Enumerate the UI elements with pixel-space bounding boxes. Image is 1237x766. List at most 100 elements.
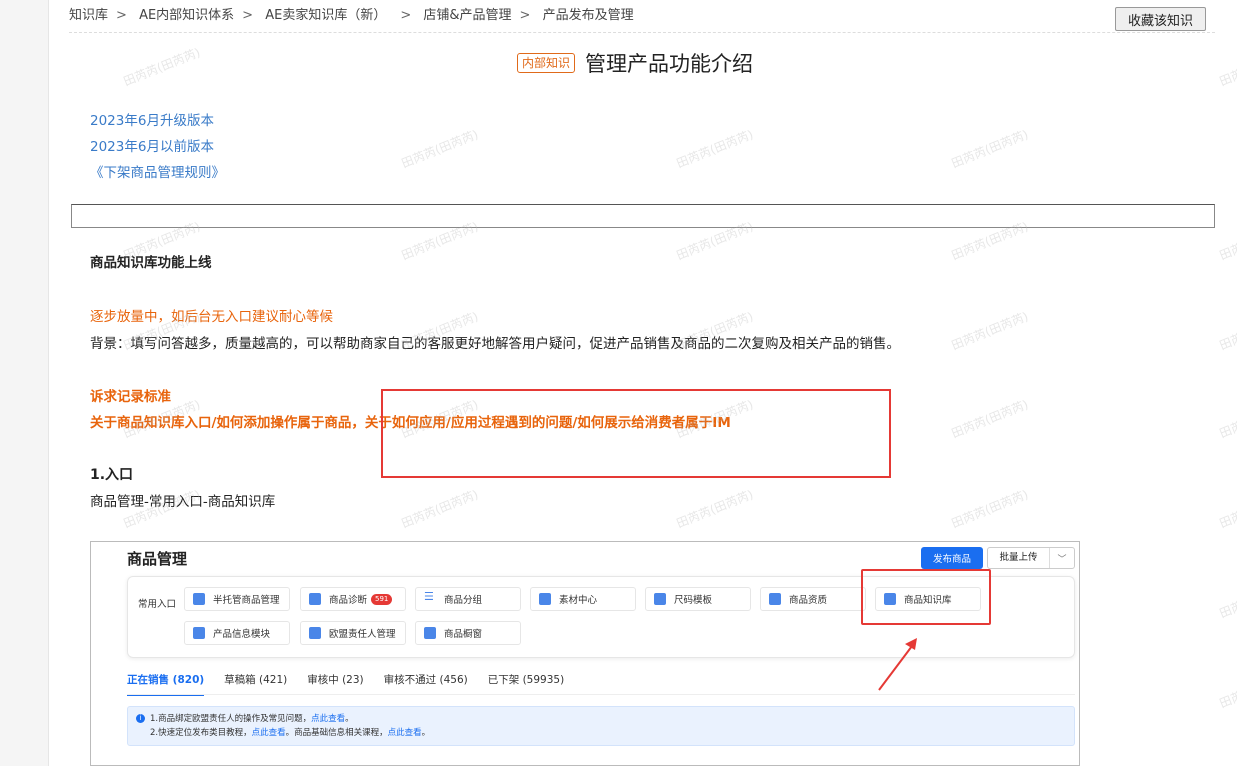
quick-item-diagnosis: 商品诊断 591 <box>300 587 406 611</box>
quick-entry-label: 常用入口 <box>138 599 177 610</box>
background-text: 背景：填写问答越多，质量越高的，可以帮助商家自己的客服更好地解答用户疑问，促进产… <box>90 336 900 352</box>
favorite-button[interactable]: 收藏该知识 <box>1115 7 1206 31</box>
info-icon: i <box>136 714 145 723</box>
quick-item-material-center: 素材中心 <box>530 587 636 611</box>
watermark: 田芮芮(田芮芮) <box>1217 45 1237 89</box>
watermark: 田芮芮(田芮芮) <box>1217 397 1237 441</box>
link-june-2023-version[interactable]: 2023年6月升级版本 <box>90 108 225 134</box>
user-icon <box>309 627 321 639</box>
embedded-screenshot: 商品管理 发布商品 批量上传 ﹀ 常用入口 半托管商品管理 商品诊断591 商品… <box>90 541 1080 766</box>
quick-item-size-template: 尺码模板 <box>645 587 751 611</box>
watermark: 田芮芮(田芮芮) <box>399 487 481 531</box>
notice-text: 1.商品绑定欧盟责任人的操作及常见问题， <box>150 714 312 724</box>
certificate-icon <box>769 593 781 605</box>
rollout-note: 逐步放量中，如后台无入口建议耐心等候 <box>90 309 333 325</box>
breadcrumb-item[interactable]: AE卖家知识库（新） <box>265 8 386 23</box>
watermark: 田芮芮(田芮芮) <box>1217 309 1237 353</box>
tab-drafts: 草稿箱 (421) <box>224 674 288 686</box>
watermark: 田芮芮(田芮芮) <box>949 127 1031 171</box>
notice-link: 点此查看 <box>251 728 286 738</box>
quick-item-qualification: 商品资质 <box>760 587 866 611</box>
knowledge-base-highlight <box>861 569 991 625</box>
entry-heading: 1.入口 <box>90 467 134 483</box>
showcase-icon <box>424 627 436 639</box>
breadcrumb-separator: > <box>242 8 254 23</box>
quick-item-label: 商品橱窗 <box>444 629 483 640</box>
product-management-title: 商品管理 <box>127 550 188 568</box>
notice-box: i 1.商品绑定欧盟责任人的操作及常见问题，点此查看。 2.快速定位发布类目教程… <box>127 706 1075 746</box>
header-divider <box>69 32 1215 33</box>
breadcrumb: 知识库 > AE内部知识体系 > AE卖家知识库（新） > 店铺&产品管理 > 产品发布… <box>69 4 634 23</box>
quick-item-label: 产品信息模块 <box>213 629 271 640</box>
link-pre-june-2023-version[interactable]: 2023年6月以前版本 <box>90 134 225 160</box>
diagnosis-count-badge: 591 <box>371 593 393 605</box>
semi-managed-icon <box>193 593 205 605</box>
breadcrumb-item[interactable]: 知识库 <box>69 8 108 23</box>
notice-text: 。 <box>421 728 431 738</box>
list-icon <box>424 590 436 605</box>
notice-line-2: 2.快速定位发布类目教程，点此查看。商品基础信息相关课程，点此查看。 <box>150 726 1074 740</box>
watermark: 田芮芮(田芮芮) <box>1217 667 1237 711</box>
watermark: 田芮芮(田芮芮) <box>949 397 1031 441</box>
publish-product-button: 发布商品 <box>921 547 983 569</box>
empty-table-box <box>71 204 1215 228</box>
notice-text: 。 <box>345 714 354 724</box>
notice-text: 。商品基础信息相关课程， <box>285 728 388 738</box>
tab-divider <box>127 694 1075 695</box>
watermark: 田芮芮(田芮芮) <box>949 487 1031 531</box>
document-icon <box>193 627 205 639</box>
quick-item-label: 商品诊断 <box>329 595 368 606</box>
watermark: 田芮芮(田芮芮) <box>1217 219 1237 263</box>
watermark: 田芮芮(田芮芮) <box>674 127 756 171</box>
internal-tag: 内部知识 <box>517 53 576 73</box>
article-page: 知识库 > AE内部知识体系 > AE卖家知识库（新） > 店铺&产品管理 > 产品发布… <box>48 0 1237 766</box>
tab-reviewing: 审核中 (23) <box>307 674 364 686</box>
listing-tabs: 正在销售 (820) 草稿箱 (421) 审核中 (23) 审核不通过 (456… <box>127 672 584 696</box>
tab-rejected: 审核不通过 (456) <box>383 674 468 686</box>
quick-item-label: 半托管商品管理 <box>213 595 280 606</box>
image-icon <box>539 593 551 605</box>
breadcrumb-item[interactable]: 店铺&产品管理 <box>423 8 511 23</box>
quick-item-label: 商品分组 <box>444 595 483 606</box>
breadcrumb-separator: > <box>519 8 531 23</box>
highlight-box <box>381 389 891 478</box>
quick-item-label: 素材中心 <box>559 595 598 606</box>
watermark: 田芮芮(田芮芮) <box>674 487 756 531</box>
chevron-down-icon: ﹀ <box>1057 554 1067 565</box>
notice-line-1: 1.商品绑定欧盟责任人的操作及常见问题，点此查看。 <box>150 712 1074 726</box>
watermark: 田芮芮(田芮芮) <box>949 309 1031 353</box>
version-links: 2023年6月升级版本 2023年6月以前版本 《下架商品管理规则》 <box>90 108 225 186</box>
standard-title: 诉求记录标准 <box>90 389 171 405</box>
watermark: 田芮芮(田芮芮) <box>1217 577 1237 621</box>
watermark: 田芮芮(田芮芮) <box>121 45 203 89</box>
page-title: 管理产品功能介绍 <box>585 52 754 76</box>
quick-item-grouping: 商品分组 <box>415 587 521 611</box>
quick-item-showcase: 商品橱窗 <box>415 621 521 645</box>
ruler-icon <box>654 593 666 605</box>
breadcrumb-separator: > <box>400 8 412 23</box>
link-delisting-rules[interactable]: 《下架商品管理规则》 <box>90 160 225 186</box>
diagnosis-icon <box>309 593 321 605</box>
watermark: 田芮芮(田芮芮) <box>399 127 481 171</box>
notice-text: 2.快速定位发布类目教程， <box>150 728 252 738</box>
quick-item-semi-managed: 半托管商品管理 <box>184 587 290 611</box>
red-arrow-icon <box>878 638 917 691</box>
watermark: 田芮芮(田芮芮) <box>1217 487 1237 531</box>
breadcrumb-separator: > <box>116 8 127 23</box>
tab-on-sale: 正在销售 (820) <box>127 672 205 696</box>
quick-item-label: 商品资质 <box>789 595 828 606</box>
quick-item-product-info-module: 产品信息模块 <box>184 621 290 645</box>
breadcrumb-item[interactable]: AE内部知识体系 <box>139 8 234 23</box>
quick-item-label: 尺码模板 <box>674 595 713 606</box>
quick-item-eu-responsible: 欧盟责任人管理 <box>300 621 406 645</box>
notice-link: 点此查看 <box>387 728 422 738</box>
bulk-upload-label: 批量上传 <box>988 548 1050 568</box>
tab-delisted: 已下架 (59935) <box>487 674 565 686</box>
notice-link: 点此查看 <box>311 714 346 724</box>
breadcrumb-item[interactable]: 产品发布及管理 <box>543 8 634 23</box>
entry-path: 商品管理-常用入口-商品知识库 <box>90 494 276 510</box>
article-header: 内部知识 管理产品功能介绍 <box>517 48 753 78</box>
bulk-upload-button: 批量上传 ﹀ <box>987 547 1075 569</box>
quick-item-label: 欧盟责任人管理 <box>329 629 396 640</box>
section-title: 商品知识库功能上线 <box>90 255 212 271</box>
